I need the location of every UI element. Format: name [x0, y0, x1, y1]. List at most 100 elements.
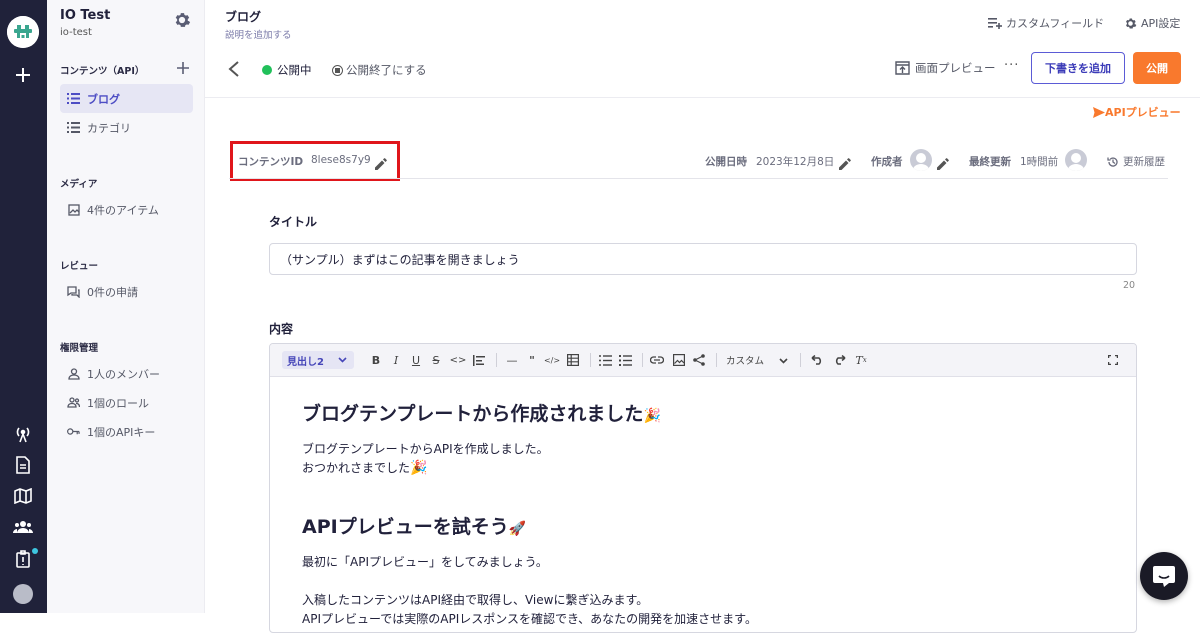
chevron-down-icon[interactable]: [776, 352, 790, 368]
add-draft-button[interactable]: 下書きを追加: [1031, 52, 1125, 84]
screen-preview-label: 画面プレビュー: [915, 61, 996, 75]
team-icon[interactable]: [12, 516, 34, 538]
sidebar-item-apikeys[interactable]: 1個のAPIキー: [60, 417, 193, 446]
more-icon[interactable]: ···: [1004, 58, 1019, 73]
code-block-icon[interactable]: </>: [544, 352, 560, 368]
review-icon: [67, 285, 80, 298]
content-id-label: コンテンツID: [238, 156, 304, 168]
divider: [229, 178, 1168, 179]
open-preview-icon: [895, 61, 910, 75]
heading-select[interactable]: 見出し2: [282, 351, 354, 369]
document-icon[interactable]: [12, 454, 34, 476]
content-id-value: 8lese8s7y9: [311, 154, 371, 166]
clipboard-icon[interactable]: [12, 548, 34, 570]
pencil-icon[interactable]: [375, 155, 387, 170]
list-icon: [67, 121, 80, 134]
custom-select[interactable]: カスタム: [726, 353, 764, 367]
sidebar-item-roles[interactable]: 1個のロール: [60, 388, 193, 417]
avatar[interactable]: [13, 584, 33, 604]
media-header: メディア: [60, 179, 98, 190]
sidebar-item-label: 1人のメンバー: [87, 367, 160, 381]
quote-icon[interactable]: ": [526, 352, 538, 368]
api-settings-label: API設定: [1141, 17, 1181, 30]
pencil-icon[interactable]: [937, 155, 949, 170]
key-icon: [67, 425, 80, 438]
pencil-icon[interactable]: [839, 155, 851, 170]
content-paragraph: ブログテンプレートからAPIを作成しました。: [302, 442, 549, 456]
updated-label: 最終更新: [969, 156, 1011, 168]
unpublish-button[interactable]: 公開終了にする: [332, 62, 427, 78]
sidebar-item-category[interactable]: カテゴリ: [60, 113, 193, 142]
stop-icon: [332, 64, 343, 76]
underline-icon[interactable]: U: [410, 352, 422, 368]
main-panel: ブログ 説明を追加する カスタムフィールド API設定 公開中 公開終了にする …: [205, 0, 1200, 633]
strikethrough-icon[interactable]: S: [430, 352, 442, 368]
rich-editor[interactable]: 見出し2 B I U S <> — " </> カスタム T x ブログテンプレ…: [269, 343, 1137, 633]
chat-icon[interactable]: [1140, 552, 1188, 600]
share-icon[interactable]: [692, 352, 706, 368]
title-input[interactable]: （サンプル）まずはこの記事を開きましょう: [269, 243, 1137, 275]
group-icon: [67, 396, 80, 409]
image-icon[interactable]: [672, 352, 686, 368]
rocket-icon: 🚀: [508, 521, 527, 537]
screen-preview-button[interactable]: 画面プレビュー: [895, 60, 996, 76]
status-dot: [262, 65, 272, 75]
add-api-button[interactable]: [176, 60, 190, 74]
updated-value: 1時間前: [1020, 156, 1059, 168]
code-icon[interactable]: <>: [450, 352, 467, 368]
fullscreen-icon[interactable]: [1106, 352, 1120, 368]
back-icon[interactable]: [227, 60, 243, 78]
sidebar-item-label: 4件のアイテム: [87, 203, 159, 217]
history-icon: [1107, 156, 1118, 167]
send-icon: [1093, 106, 1105, 118]
toolbar-divider: [496, 353, 497, 367]
sidebar: IO Test io-test コンテンツ（API） ブログ カテゴリ メディア…: [47, 0, 205, 613]
editor-content[interactable]: ブログテンプレートから作成されました🎉 ブログテンプレートからAPIを作成しまし…: [302, 399, 1102, 629]
service-id: io-test: [60, 27, 92, 38]
service-name: IO Test: [60, 8, 111, 23]
sidebar-item-media[interactable]: 4件のアイテム: [60, 195, 193, 224]
sidebar-item-review[interactable]: 0件の申請: [60, 277, 193, 306]
content-heading-2: APIプレビューを試そう🚀: [302, 516, 527, 538]
map-icon[interactable]: [12, 485, 34, 507]
permission-header: 権限管理: [60, 343, 99, 354]
sidebar-item-members[interactable]: 1人のメンバー: [60, 359, 193, 388]
sidebar-item-label: 1個のロール: [87, 396, 149, 410]
logo-icon[interactable]: [7, 16, 39, 48]
custom-field-label: カスタムフィールド: [1006, 17, 1105, 30]
divider: [205, 97, 1200, 98]
clear-format-icon[interactable]: Tx: [854, 352, 868, 368]
redo-icon[interactable]: [832, 352, 846, 368]
content-paragraph: 最初に「APIプレビュー」をしてみましょう。: [302, 555, 548, 569]
add-description-link[interactable]: 説明を追加する: [225, 27, 292, 41]
history-button[interactable]: 更新履歴: [1107, 154, 1165, 169]
antenna-icon[interactable]: [12, 423, 34, 445]
toolbar-divider: [800, 353, 801, 367]
page-title: ブログ: [225, 10, 262, 24]
numbered-list-icon[interactable]: [618, 352, 632, 368]
custom-field-link[interactable]: カスタムフィールド: [988, 15, 1104, 31]
toolbar-divider: [642, 353, 643, 367]
history-label: 更新履歴: [1123, 156, 1165, 168]
publish-button[interactable]: 公開: [1133, 52, 1181, 84]
published-value: 2023年12月8日: [756, 156, 835, 168]
image-icon: [67, 203, 80, 216]
review-header: レビュー: [60, 261, 99, 272]
link-icon[interactable]: [650, 352, 664, 368]
title-label: タイトル: [269, 215, 318, 229]
bullet-list-icon[interactable]: [598, 352, 612, 368]
api-preview-button[interactable]: APIプレビュー: [1093, 104, 1181, 120]
undo-icon[interactable]: [810, 352, 824, 368]
api-settings-link[interactable]: API設定: [1124, 15, 1180, 31]
avatar: [910, 149, 932, 171]
sidebar-item-blog[interactable]: ブログ: [60, 84, 193, 113]
bold-icon[interactable]: B: [370, 352, 382, 368]
horizontal-rule-icon[interactable]: —: [506, 352, 518, 368]
gear-icon[interactable]: [173, 11, 191, 29]
italic-icon[interactable]: I: [390, 352, 402, 368]
align-icon[interactable]: [472, 352, 486, 368]
table-icon[interactable]: [566, 352, 580, 368]
plus-icon[interactable]: [12, 64, 34, 86]
api-preview-label: APIプレビュー: [1105, 106, 1181, 119]
sidebar-item-label: カテゴリ: [87, 121, 131, 135]
